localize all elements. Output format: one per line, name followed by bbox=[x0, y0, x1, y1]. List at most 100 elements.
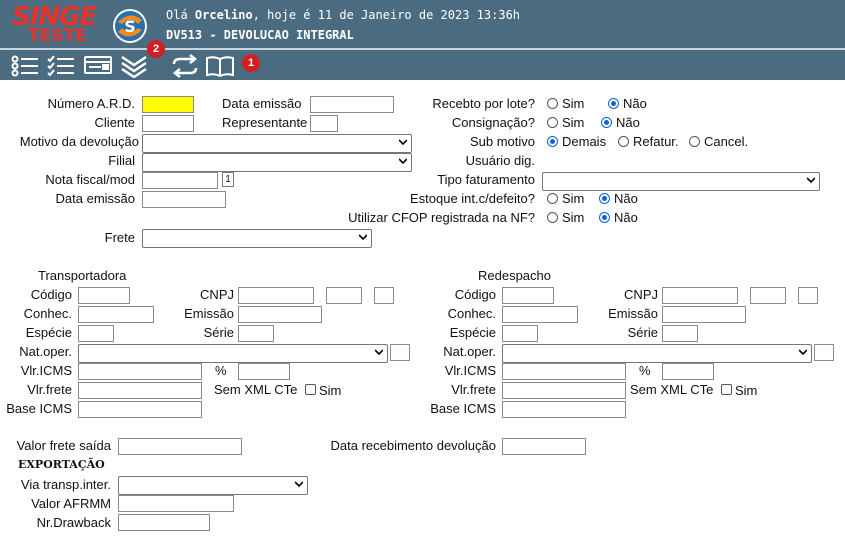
consignacao-nao-label: Não bbox=[616, 115, 640, 130]
redesp-cnpj-label: CNPJ bbox=[624, 287, 658, 302]
redesp-sem-xml-checkbox[interactable] bbox=[721, 384, 732, 395]
transp-emissao-input[interactable] bbox=[238, 306, 322, 323]
nr-drawback-input[interactable] bbox=[118, 514, 210, 531]
refresh-badge: 2 bbox=[147, 40, 165, 58]
transp-vlr-frete-label: Vlr.frete bbox=[27, 382, 72, 397]
transp-vlr-icms-input[interactable] bbox=[78, 363, 202, 380]
redesp-nat-oper-code-input[interactable] bbox=[814, 344, 834, 361]
transp-sem-xml-checkbox[interactable] bbox=[305, 384, 316, 395]
recebto-lote-nao-radio[interactable] bbox=[608, 98, 619, 109]
nota-fiscal-mod[interactable]: 1 bbox=[222, 172, 234, 187]
greeting-text: Olá Orcelino, hoje é 11 de Janeiro de 20… bbox=[166, 8, 521, 22]
user-name: Orcelino bbox=[194, 8, 253, 22]
redesp-serie-input[interactable] bbox=[662, 325, 698, 342]
transp-cnpj-dv-input[interactable] bbox=[374, 287, 394, 304]
redesp-nat-oper-label: Nat.oper. bbox=[443, 344, 496, 359]
svg-text:S: S bbox=[124, 17, 136, 36]
chevron-down-icon bbox=[399, 158, 407, 165]
brand-subtitle: TESTE bbox=[28, 26, 87, 46]
recebto-lote-label: Recebto por lote? bbox=[432, 96, 535, 111]
chevron-down-icon bbox=[807, 177, 815, 184]
transp-especie-input[interactable] bbox=[78, 325, 114, 342]
toolbar: 2 1 bbox=[0, 40, 845, 80]
consignacao-nao-radio[interactable] bbox=[601, 117, 612, 128]
chevron-down-icon bbox=[399, 139, 407, 146]
screen-title: DV513 - DEVOLUCAO INTEGRAL bbox=[166, 28, 354, 42]
usuario-dig-label: Usuário dig. bbox=[465, 153, 535, 168]
redesp-serie-label: Série bbox=[627, 325, 658, 340]
redesp-vlr-frete-input[interactable] bbox=[502, 382, 626, 399]
sub-motivo-cancel-radio[interactable] bbox=[689, 136, 700, 147]
nota-fiscal-input[interactable] bbox=[142, 172, 218, 189]
company-logo-icon: S bbox=[113, 9, 147, 43]
valor-frete-saida-input[interactable] bbox=[118, 438, 242, 455]
transp-pct-input[interactable] bbox=[238, 363, 290, 380]
estoque-nao-label: Não bbox=[614, 191, 638, 206]
cfop-nao-radio[interactable] bbox=[599, 212, 610, 223]
redesp-cnpj-filial-input[interactable] bbox=[750, 287, 786, 304]
filial-label: Filial bbox=[108, 153, 135, 168]
transp-serie-label: Série bbox=[203, 325, 234, 340]
consignacao-sim-radio[interactable] bbox=[547, 117, 558, 128]
estoque-sim-radio[interactable] bbox=[547, 193, 558, 204]
representante-input[interactable] bbox=[310, 115, 338, 132]
checklist-icon[interactable] bbox=[46, 54, 76, 78]
redesp-vlr-icms-input[interactable] bbox=[502, 363, 626, 380]
sub-motivo-demais-radio[interactable] bbox=[547, 136, 558, 147]
redesp-conhec-input[interactable] bbox=[502, 306, 578, 323]
redesp-codigo-input[interactable] bbox=[502, 287, 554, 304]
numero-ard-label: Número A.R.D. bbox=[47, 96, 135, 111]
transp-conhec-input[interactable] bbox=[78, 306, 154, 323]
redesp-base-icms-input[interactable] bbox=[502, 401, 626, 418]
redesp-vlr-frete-label: Vlr.frete bbox=[451, 382, 496, 397]
redesp-cnpj-dv-input[interactable] bbox=[798, 287, 818, 304]
transp-nat-oper-select[interactable] bbox=[78, 344, 388, 363]
motivo-select[interactable] bbox=[142, 134, 412, 153]
refresh-icon[interactable] bbox=[170, 54, 200, 78]
transp-serie-input[interactable] bbox=[238, 325, 274, 342]
data-emissao-nf-input[interactable] bbox=[142, 191, 226, 208]
transp-base-icms-input[interactable] bbox=[78, 401, 202, 418]
tipo-faturamento-label: Tipo faturamento bbox=[437, 172, 535, 187]
redesp-sem-xml-label: Sem XML CTe bbox=[630, 382, 714, 397]
valor-afrmm-input[interactable] bbox=[118, 495, 234, 512]
cfop-nao-label: Não bbox=[614, 210, 638, 225]
numero-ard-input[interactable] bbox=[142, 96, 194, 113]
transp-cnpj-filial-input[interactable] bbox=[326, 287, 362, 304]
redesp-base-icms-label: Base ICMS bbox=[430, 401, 496, 416]
filial-select[interactable] bbox=[142, 153, 412, 172]
redesp-especie-input[interactable] bbox=[502, 325, 538, 342]
sub-motivo-demais-label: Demais bbox=[562, 134, 607, 149]
recebto-lote-sim-radio[interactable] bbox=[547, 98, 558, 109]
tipo-faturamento-select[interactable] bbox=[542, 172, 820, 191]
transp-nat-oper-code-input[interactable] bbox=[390, 344, 410, 361]
transp-especie-label: Espécie bbox=[25, 325, 72, 340]
redesp-cnpj-input[interactable] bbox=[662, 287, 738, 304]
data-receb-dev-label: Data recebimento devolução bbox=[330, 438, 497, 453]
list-icon[interactable] bbox=[10, 54, 40, 78]
estoque-nao-radio[interactable] bbox=[599, 193, 610, 204]
redesp-nat-oper-select[interactable] bbox=[502, 344, 812, 363]
app-header: SINGE TESTE S Olá Orcelino, hoje é 11 de… bbox=[0, 0, 845, 48]
data-receb-dev-input[interactable] bbox=[502, 438, 586, 455]
frete-select[interactable] bbox=[142, 229, 372, 248]
sub-motivo-refatur-radio[interactable] bbox=[618, 136, 629, 147]
redesp-emissao-input[interactable] bbox=[662, 306, 746, 323]
book-icon[interactable] bbox=[205, 54, 235, 78]
transp-codigo-input[interactable] bbox=[78, 287, 130, 304]
transp-vlr-frete-input[interactable] bbox=[78, 382, 202, 399]
book-badge: 1 bbox=[242, 54, 260, 72]
data-emissao-input[interactable] bbox=[310, 96, 394, 113]
form-icon[interactable] bbox=[83, 54, 113, 78]
collapse-icon[interactable] bbox=[119, 54, 149, 78]
cfop-sim-radio[interactable] bbox=[547, 212, 558, 223]
chevron-down-icon bbox=[295, 481, 303, 488]
cliente-input[interactable] bbox=[142, 115, 194, 132]
redesp-codigo-label: Código bbox=[454, 287, 496, 302]
nr-drawback-label: Nr.Drawback bbox=[36, 515, 111, 530]
transp-vlr-icms-label: Vlr.ICMS bbox=[20, 363, 72, 378]
transp-cnpj-input[interactable] bbox=[238, 287, 314, 304]
redesp-pct-input[interactable] bbox=[662, 363, 714, 380]
estoque-defeito-label: Estoque int.c/defeito? bbox=[409, 191, 535, 206]
via-transp-select[interactable] bbox=[118, 476, 308, 495]
